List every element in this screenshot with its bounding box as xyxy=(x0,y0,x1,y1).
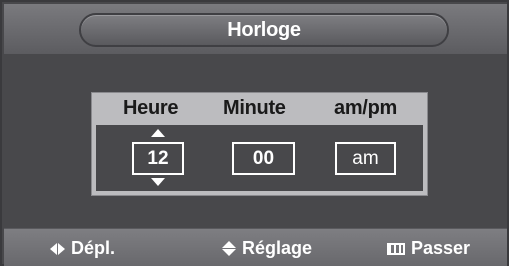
clock-panel: Heure Minute am/pm 12 00 am xyxy=(91,92,428,196)
left-right-arrows-icon xyxy=(50,242,65,255)
screen-title: Horloge xyxy=(227,18,301,41)
title-bar: Horloge xyxy=(4,4,507,54)
hour-field[interactable]: 12 xyxy=(132,142,184,175)
adjust-label: Réglage xyxy=(242,238,313,258)
help-move: Dépl. xyxy=(50,238,115,259)
arrow-up-icon[interactable] xyxy=(151,129,165,137)
skip-label: Passer xyxy=(411,238,471,258)
clock-settings-screen: Horloge Heure Minute am/pm 12 00 am Dépl… xyxy=(0,0,509,266)
minute-field[interactable]: 00 xyxy=(232,142,295,175)
clock-fields: 12 00 am xyxy=(96,125,423,191)
hour-column-label: Heure xyxy=(123,97,179,119)
clock-header: Heure Minute am/pm xyxy=(92,93,427,124)
move-label: Dépl. xyxy=(71,238,116,258)
ampm-column-label: am/pm xyxy=(334,97,397,119)
up-down-arrows-icon xyxy=(222,241,236,256)
arrow-down-icon[interactable] xyxy=(151,178,165,186)
help-bar: Dépl. Réglage Passer xyxy=(4,228,507,266)
minute-column-label: Minute xyxy=(223,97,286,119)
help-skip: Passer xyxy=(387,238,470,259)
menu-icon xyxy=(387,242,405,255)
title-pill: Horloge xyxy=(79,13,449,47)
ampm-field[interactable]: am xyxy=(335,142,396,175)
help-adjust: Réglage xyxy=(222,238,312,259)
